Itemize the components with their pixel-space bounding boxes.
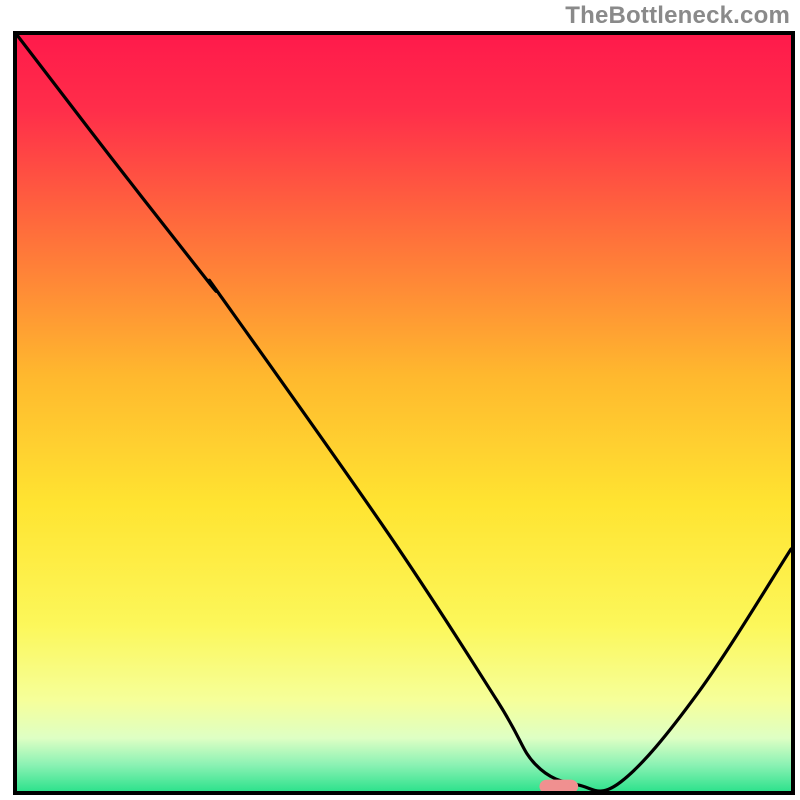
optimal-marker bbox=[539, 780, 578, 791]
watermark-text: TheBottleneck.com bbox=[565, 2, 790, 30]
chart-background bbox=[17, 35, 791, 791]
chart-frame bbox=[13, 31, 795, 795]
chart-svg bbox=[17, 35, 791, 791]
